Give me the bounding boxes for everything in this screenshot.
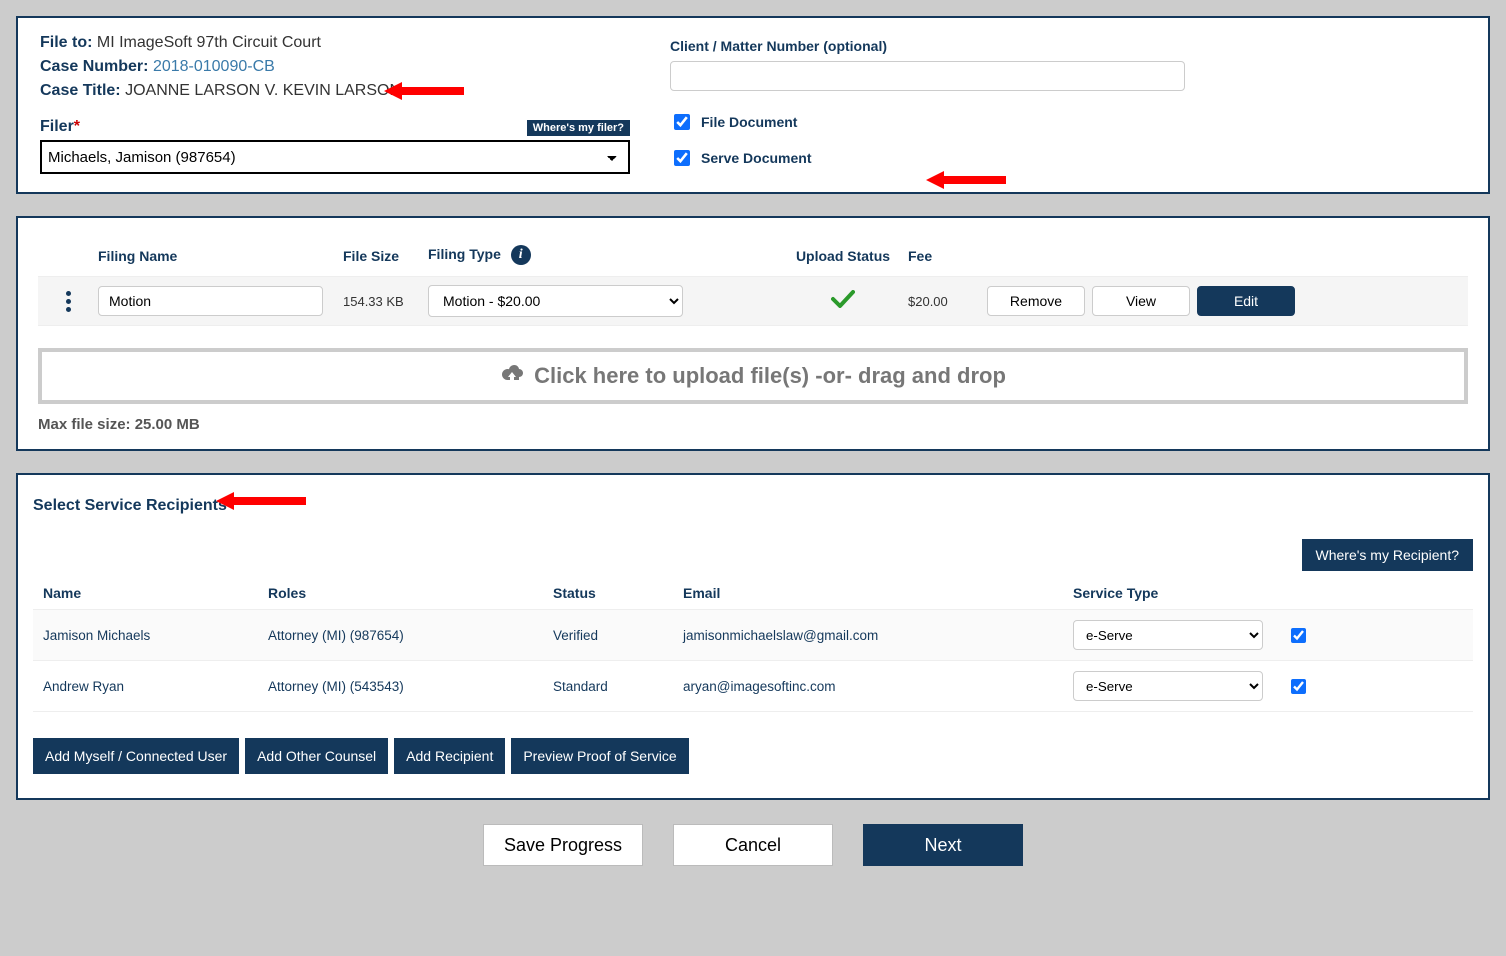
col-fee: Fee — [908, 248, 983, 264]
upload-dropzone[interactable]: Click here to upload file(s) -or- drag a… — [38, 348, 1468, 404]
drag-handle-icon[interactable] — [38, 287, 98, 315]
recipient-checkbox[interactable] — [1291, 628, 1306, 643]
recipient-status: Verified — [553, 628, 683, 643]
next-button[interactable]: Next — [863, 824, 1023, 866]
col-filing-type: Filing Type i — [428, 246, 778, 266]
serve-document-checkbox[interactable] — [674, 150, 690, 166]
save-progress-button[interactable]: Save Progress — [483, 824, 643, 866]
wheres-my-filer-badge[interactable]: Where's my filer? — [527, 120, 630, 136]
service-type-select[interactable]: e-Serve — [1073, 671, 1263, 701]
file-document-label[interactable]: File Document — [701, 114, 797, 130]
filer-select[interactable]: Michaels, Jamison (987654) — [40, 140, 630, 174]
rc-col-roles: Roles — [268, 585, 553, 601]
footer-nav: Save Progress Cancel Next — [16, 824, 1490, 866]
info-icon[interactable]: i — [511, 245, 531, 265]
remove-button[interactable]: Remove — [987, 286, 1085, 316]
recipient-roles: Attorney (MI) (543543) — [268, 679, 553, 694]
col-filing-name: Filing Name — [98, 248, 343, 264]
recipient-row: Jamison MichaelsAttorney (MI) (987654)Ve… — [33, 610, 1473, 661]
recipient-name: Andrew Ryan — [43, 679, 268, 694]
cancel-button[interactable]: Cancel — [673, 824, 833, 866]
col-filing-type-text: Filing Type — [428, 246, 501, 262]
recipients-title: Select Service Recipients — [33, 497, 1473, 515]
view-button[interactable]: View — [1092, 286, 1190, 316]
rc-col-service-type: Service Type — [1073, 585, 1273, 601]
rc-col-email: Email — [683, 585, 1073, 601]
recipient-name: Jamison Michaels — [43, 628, 268, 643]
case-number-label: Case Number: — [40, 58, 148, 75]
case-title-label: Case Title: — [40, 82, 121, 99]
filing-size-value: 154.33 KB — [343, 294, 428, 309]
upload-dropzone-text: Click here to upload file(s) -or- drag a… — [534, 363, 1006, 389]
max-file-size: Max file size: 25.00 MB — [38, 416, 1468, 433]
filings-panel: Filing Name File Size Filing Type i Uplo… — [16, 216, 1490, 451]
add-other-counsel-button[interactable]: Add Other Counsel — [245, 738, 388, 774]
add-recipient-button[interactable]: Add Recipient — [394, 738, 505, 774]
filing-row: 154.33 KB Motion - $20.00 $20.00 Remove … — [38, 276, 1468, 326]
filing-type-select[interactable]: Motion - $20.00 — [428, 285, 683, 317]
case-number-value[interactable]: 2018-010090-CB — [153, 58, 275, 75]
recipient-status: Standard — [553, 679, 683, 694]
rc-col-status: Status — [553, 585, 683, 601]
file-document-checkbox[interactable] — [674, 114, 690, 130]
file-to-label: File to: — [40, 34, 92, 51]
recipient-email: aryan@imagesoftinc.com — [683, 679, 1073, 694]
wheres-my-recipient-badge[interactable]: Where's my Recipient? — [1302, 539, 1474, 571]
recipient-row: Andrew RyanAttorney (MI) (543543)Standar… — [33, 661, 1473, 712]
recipients-panel: Select Service Recipients Where's my Rec… — [16, 473, 1490, 800]
filer-label-text: Filer — [40, 118, 74, 135]
upload-cloud-icon — [500, 365, 524, 387]
case-header-panel: File to: MI ImageSoft 97th Circuit Court… — [16, 16, 1490, 194]
recipient-roles: Attorney (MI) (987654) — [268, 628, 553, 643]
col-file-size: File Size — [343, 248, 428, 264]
filing-fee-value: $20.00 — [908, 294, 983, 309]
check-icon — [831, 288, 855, 313]
edit-button[interactable]: Edit — [1197, 286, 1295, 316]
col-upload-status: Upload Status — [778, 248, 908, 264]
client-matter-input[interactable] — [670, 61, 1185, 91]
file-to-value: MI ImageSoft 97th Circuit Court — [97, 34, 321, 51]
service-type-select[interactable]: e-Serve — [1073, 620, 1263, 650]
add-myself-button[interactable]: Add Myself / Connected User — [33, 738, 239, 774]
serve-document-label[interactable]: Serve Document — [701, 150, 811, 166]
recipient-checkbox[interactable] — [1291, 679, 1306, 694]
preview-proof-button[interactable]: Preview Proof of Service — [511, 738, 688, 774]
filer-label: Filer* — [40, 118, 80, 136]
client-matter-label: Client / Matter Number (optional) — [670, 38, 1466, 54]
rc-col-name: Name — [43, 585, 268, 601]
case-title-value: JOANNE LARSON V. KEVIN LARSON — [125, 82, 401, 99]
recipient-email: jamisonmichaelslaw@gmail.com — [683, 628, 1073, 643]
filing-name-input[interactable] — [98, 286, 323, 316]
